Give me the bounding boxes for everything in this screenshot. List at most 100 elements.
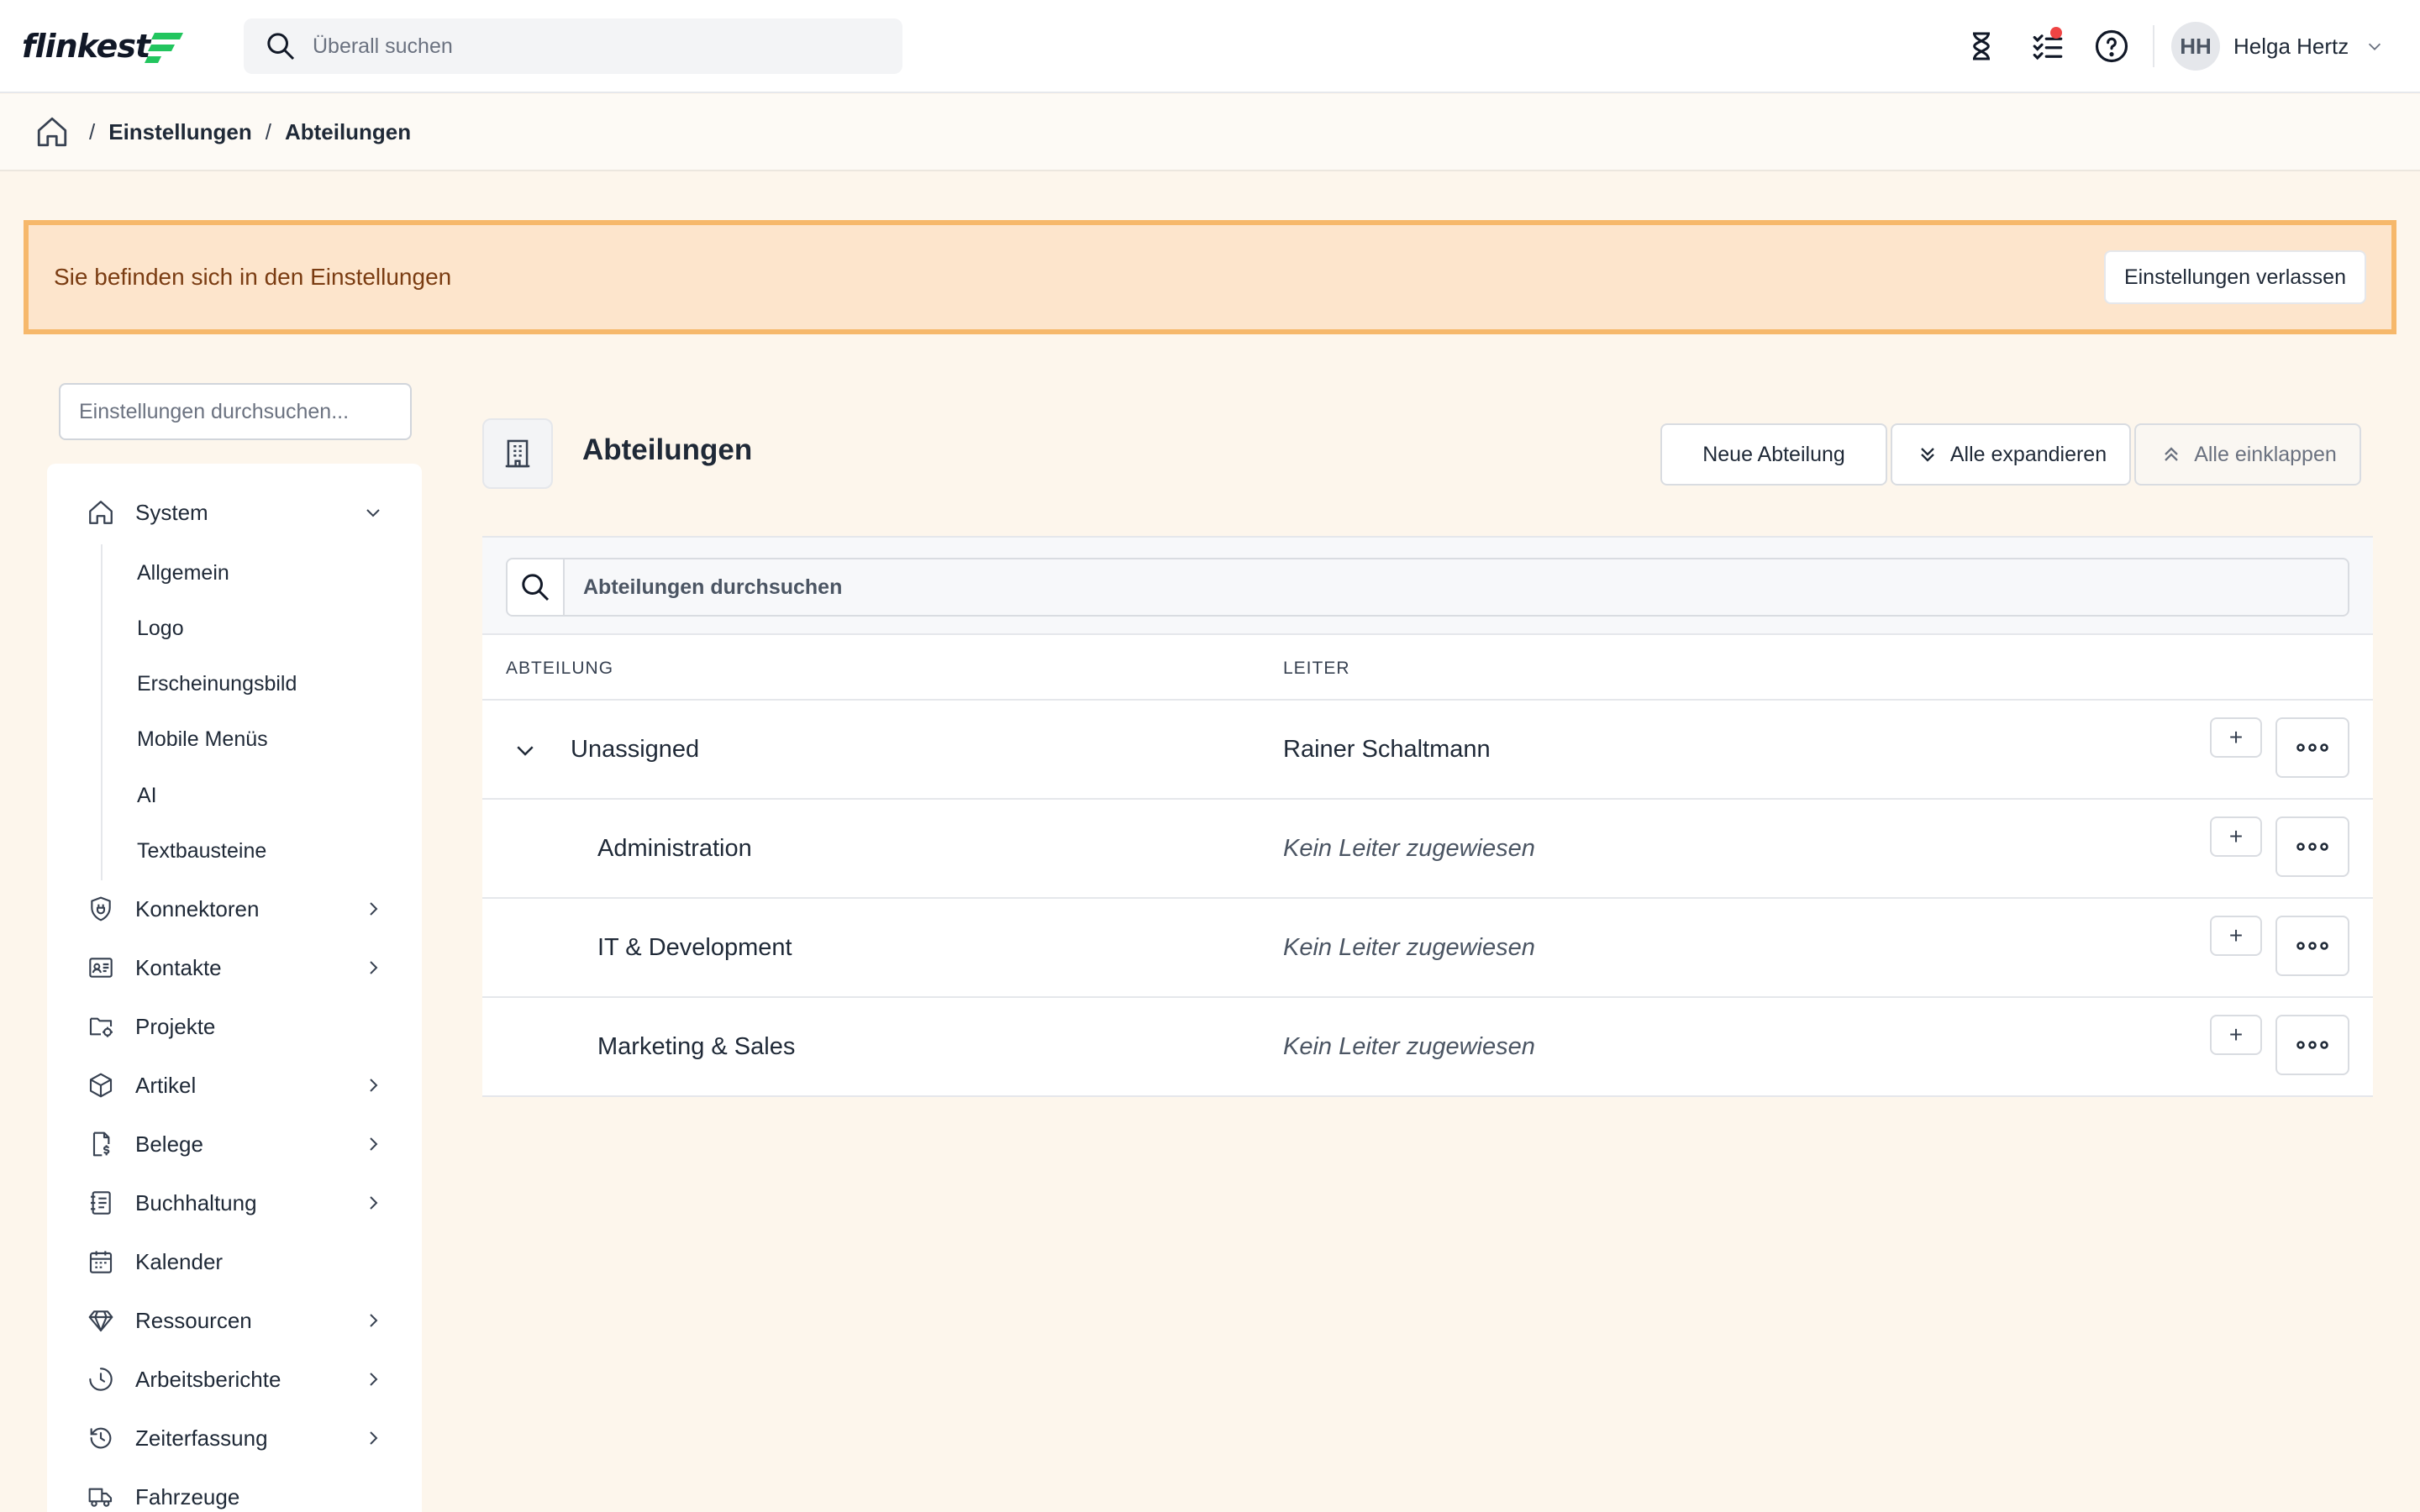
global-search-input[interactable]	[313, 34, 884, 59]
task-list-icon[interactable]	[2027, 25, 2069, 67]
sidebar-item-articles[interactable]: Artikel	[47, 1060, 422, 1110]
building-icon	[482, 418, 553, 489]
notification-dot	[2050, 27, 2062, 39]
breadcrumb-settings[interactable]: Einstellungen	[108, 119, 251, 145]
sidebar-item-system[interactable]: System	[47, 487, 422, 538]
add-subdepartment-button[interactable]: +	[2210, 816, 2262, 857]
home-icon	[86, 497, 116, 528]
plug-shield-icon	[86, 894, 116, 924]
sidebar-item-calendar[interactable]: Kalender	[47, 1236, 422, 1287]
department-leader: Kein Leiter zugewiesen	[1283, 835, 1535, 862]
settings-banner: Sie befinden sich in den Einstellungen E…	[24, 220, 2396, 334]
department-name[interactable]: Unassigned	[571, 736, 699, 764]
more-actions-button[interactable]	[2275, 816, 2349, 877]
sidebar-item-label: Buchhaltung	[135, 1189, 257, 1215]
receipt-icon	[86, 1129, 116, 1159]
home-icon[interactable]	[34, 113, 71, 150]
user-menu[interactable]: HH Helga Hertz	[2171, 22, 2386, 71]
chevron-right-icon	[360, 1425, 387, 1452]
more-actions-button[interactable]	[2275, 717, 2349, 778]
table-search-bar	[482, 536, 2373, 635]
breadcrumb-separator: /	[89, 118, 96, 144]
expand-all-button[interactable]: Alle expandieren	[1891, 423, 2131, 486]
sidebar-item-label: Zeiterfassung	[135, 1425, 268, 1451]
collapse-all-button[interactable]: Alle einklappen	[2134, 423, 2361, 486]
search-icon	[262, 28, 299, 65]
button-label: Alle expandieren	[1949, 442, 2107, 466]
page-title: Abteilungen	[582, 433, 753, 466]
add-subdepartment-button[interactable]: +	[2210, 717, 2262, 758]
sidebar-item-accounting[interactable]: Buchhaltung	[47, 1178, 422, 1228]
table-row: Unassigned Rainer Schaltmann +	[482, 701, 2373, 800]
sidebar-item-time-tracking[interactable]: Zeiterfassung	[47, 1413, 422, 1463]
chevron-right-icon	[360, 1366, 387, 1393]
column-header-department: ABTEILUNG	[506, 659, 614, 678]
sidebar-item-label: Artikel	[135, 1072, 197, 1098]
department-name[interactable]: IT & Development	[597, 934, 792, 962]
chevron-right-icon	[360, 1131, 387, 1158]
sidebar-item-contacts[interactable]: Kontakte	[47, 942, 422, 993]
department-name[interactable]: Administration	[597, 835, 752, 863]
chevrons-up-icon	[2159, 442, 2184, 467]
sidebar-subitem-mobile-menus[interactable]: Mobile Menüs	[137, 722, 268, 756]
department-name[interactable]: Marketing & Sales	[597, 1033, 795, 1061]
help-icon[interactable]	[2091, 25, 2133, 67]
table-row: Marketing & Sales Kein Leiter zugewiesen…	[482, 998, 2373, 1097]
sidebar-item-work-reports[interactable]: Arbeitsberichte	[47, 1354, 422, 1404]
button-label: Neue Abteilung	[1702, 442, 1845, 466]
more-dots-icon	[2296, 843, 2328, 851]
avatar: HH	[2171, 22, 2220, 71]
more-dots-icon	[2296, 1041, 2328, 1049]
box-icon	[86, 1070, 116, 1100]
sidebar-item-label: System	[135, 499, 208, 525]
departments-table: ABTEILUNG LEITER Unassigned Rainer Schal…	[482, 536, 2373, 1097]
add-subdepartment-button[interactable]: +	[2210, 1015, 2262, 1055]
app-logo[interactable]: flinkest	[22, 24, 187, 69]
more-actions-button[interactable]	[2275, 916, 2349, 976]
sidebar-subitem-allgemein[interactable]: Allgemein	[137, 556, 229, 590]
topbar-divider	[2153, 25, 2154, 67]
breadcrumb-departments: Abteilungen	[284, 118, 412, 144]
more-actions-button[interactable]	[2275, 1015, 2349, 1075]
sidebar-subitem-logo[interactable]: Logo	[137, 612, 184, 645]
chevron-right-icon	[360, 954, 387, 981]
search-icon[interactable]	[506, 558, 565, 617]
sidebar-subitem-appearance[interactable]: Erscheinungsbild	[137, 667, 297, 701]
sidebar-item-connectors[interactable]: Konnektoren	[47, 884, 422, 934]
sidebar-item-resources[interactable]: Ressourcen	[47, 1295, 422, 1346]
sidebar-item-label: Ressourcen	[135, 1307, 252, 1333]
banner-text: Sie befinden sich in den Einstellungen	[54, 264, 452, 290]
sidebar-item-label: Kalender	[135, 1248, 224, 1274]
chevron-right-icon	[360, 1072, 387, 1099]
hourglass-icon[interactable]	[1960, 25, 2002, 67]
folder-gear-icon	[86, 1011, 116, 1042]
sidebar-item-receipts[interactable]: Belege	[47, 1119, 422, 1169]
department-leader: Kein Leiter zugewiesen	[1283, 934, 1535, 961]
clock-icon	[86, 1364, 116, 1394]
table-row: IT & Development Kein Leiter zugewiesen …	[482, 899, 2373, 998]
logo-text: flinkest	[22, 28, 150, 65]
sidebar-subitem-text-blocks[interactable]: Textbausteine	[137, 834, 266, 868]
leave-settings-button[interactable]: Einstellungen verlassen	[2103, 250, 2366, 304]
settings-search-input[interactable]	[59, 383, 412, 440]
sidebar-item-label: Arbeitsberichte	[135, 1366, 281, 1392]
chevron-down-icon[interactable]	[511, 736, 539, 764]
sidebar-subitem-ai[interactable]: AI	[137, 779, 157, 812]
gem-icon	[86, 1305, 116, 1336]
chevrons-down-icon	[1915, 442, 1940, 467]
sidebar-item-vehicles[interactable]: Fahrzeuge	[47, 1472, 422, 1512]
breadcrumb: / Einstellungen / Abteilungen	[0, 94, 2420, 171]
department-leader: Kein Leiter zugewiesen	[1283, 1033, 1535, 1060]
chevron-down-icon	[360, 499, 387, 526]
breadcrumb-separator: /	[265, 118, 271, 144]
add-subdepartment-button[interactable]: +	[2210, 916, 2262, 956]
chevron-right-icon	[360, 1307, 387, 1334]
chevron-right-icon	[360, 895, 387, 922]
logo-mark-icon	[145, 33, 184, 63]
new-department-button[interactable]: Neue Abteilung	[1660, 423, 1887, 486]
sidebar-item-projects[interactable]: Projekte	[47, 1001, 422, 1052]
settings-sidebar: System Allgemein Logo Erscheinungsbild M…	[47, 464, 422, 1512]
global-search[interactable]	[244, 18, 902, 74]
calendar-icon	[86, 1247, 116, 1277]
department-search-input[interactable]	[565, 558, 2349, 617]
